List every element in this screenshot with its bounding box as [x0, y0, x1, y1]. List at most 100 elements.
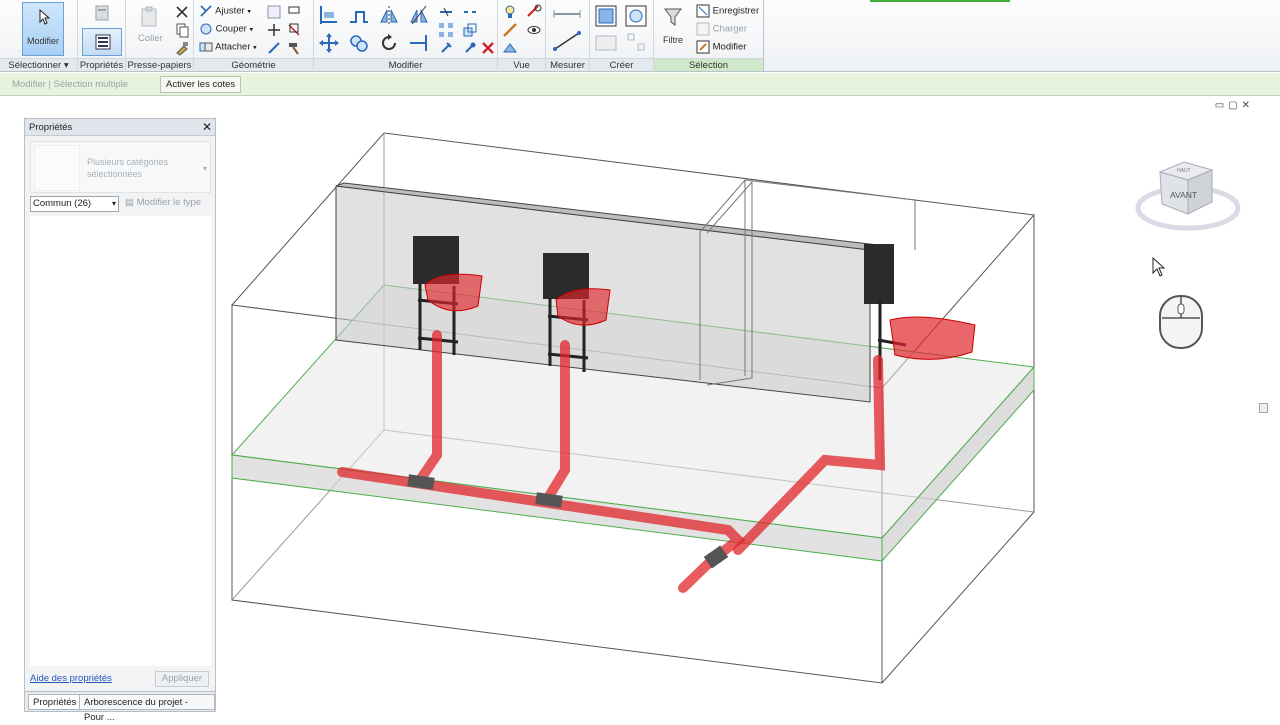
save-selection-row[interactable]: Enregistrer: [696, 4, 759, 20]
delete-icon[interactable]: [480, 40, 496, 56]
create-group-icon[interactable]: [594, 32, 618, 54]
hammer-icon[interactable]: [286, 40, 302, 56]
view-window-controls[interactable]: ▭▢✕: [1215, 100, 1254, 111]
create-parts-icon[interactable]: [624, 4, 648, 28]
properties-title: Propriétés: [29, 122, 73, 133]
elements-icon[interactable]: [502, 40, 518, 56]
cut-geometry-label: Couper: [215, 23, 247, 35]
group-measure: Mesurer: [546, 0, 590, 72]
load-selection-row[interactable]: Charger: [696, 22, 747, 38]
properties-help-link[interactable]: Aide des propriétés: [30, 673, 112, 684]
tab-project-browser[interactable]: Arborescence du projet - Pour ...: [79, 694, 215, 723]
modify-group-label: Modifier: [314, 58, 497, 71]
context-mode-text: Modifier | Sélection multiple: [12, 79, 128, 90]
group-create: Créer: [590, 0, 654, 72]
match-properties-icon[interactable]: [174, 40, 190, 56]
close-icon[interactable]: ✕: [202, 119, 212, 135]
create-similar-icon[interactable]: [626, 32, 646, 52]
viewcube-face-label: AVANT: [1170, 190, 1197, 200]
group-properties: Propriétés: [78, 0, 126, 72]
properties-group-label: Propriétés: [78, 58, 125, 71]
move-icon[interactable]: [318, 32, 340, 54]
trim-row[interactable]: Ajuster ▾: [199, 4, 251, 20]
tab-properties[interactable]: Propriétés: [28, 694, 82, 710]
cut-geometry-row[interactable]: Couper ▾: [199, 22, 253, 38]
wall-joins-icon[interactable]: [266, 22, 282, 38]
ribbon-accent-bar: [870, 0, 1010, 2]
activate-dimensions-button[interactable]: Activer les cotes: [160, 76, 242, 93]
properties-grid[interactable]: [30, 216, 211, 666]
offset-icon[interactable]: [348, 4, 370, 26]
category-filter-dropdown[interactable]: Commun (26) ▾: [30, 196, 119, 212]
mouse-cursor-icon: [1152, 256, 1166, 277]
mirror-axis-icon[interactable]: [378, 4, 400, 26]
lightbulb-icon[interactable]: [502, 4, 518, 20]
edit-selection-label: Modifier: [712, 41, 747, 53]
align-icon[interactable]: [318, 4, 340, 26]
mirror-draw-icon[interactable]: [408, 4, 430, 26]
paint-icon[interactable]: [286, 4, 302, 20]
measure-along-icon[interactable]: [552, 30, 582, 52]
scrollbar-thumb[interactable]: [1259, 403, 1268, 413]
paste-icon[interactable]: [140, 6, 160, 28]
category-filter-value: Commun (26): [33, 198, 92, 209]
cut-scissors-icon[interactable]: [174, 4, 190, 20]
properties-title-bar: Propriétés ✕: [25, 119, 215, 136]
edit-type-button[interactable]: ▤ Modifier le type: [125, 197, 201, 208]
type-preview: [34, 145, 80, 191]
unpin-icon[interactable]: [438, 40, 454, 56]
modify-button[interactable]: Modifier: [22, 2, 64, 56]
create-group-label: Créer: [590, 58, 653, 71]
remove-paint-icon[interactable]: [286, 22, 302, 38]
trim-extend-icon[interactable]: [408, 32, 430, 54]
array-icon[interactable]: [438, 22, 454, 38]
join-row[interactable]: Attacher ▾: [199, 40, 257, 56]
type-name: Plusieurs catégories sélectionnées: [87, 157, 169, 179]
model-drawing[interactable]: AVANT HAUT: [222, 97, 1258, 720]
measure-distance-icon[interactable]: [552, 6, 582, 22]
properties-small-icon: [95, 5, 109, 21]
create-assembly-icon[interactable]: [594, 4, 618, 28]
split-face-icon[interactable]: [266, 4, 282, 20]
group-geometry: Ajuster ▾ Couper ▾ Attacher ▾ Géométrie: [194, 0, 314, 72]
properties-panel-icon: [95, 34, 111, 50]
edit-selection-icon: [696, 40, 710, 54]
viewport-scrollbar[interactable]: [1258, 97, 1280, 720]
filter-button[interactable]: Filtre: [656, 2, 690, 56]
split-gap-icon[interactable]: [462, 4, 478, 20]
apply-button[interactable]: Appliquer: [155, 671, 209, 687]
geometry-group-label: Géométrie: [194, 58, 313, 71]
copy-icon[interactable]: [174, 22, 190, 38]
split-element-icon[interactable]: [438, 4, 454, 20]
override-graphics-icon[interactable]: [526, 4, 542, 20]
load-selection-label: Charger: [712, 23, 747, 35]
3d-viewport[interactable]: AVANT HAUT: [222, 97, 1258, 720]
rotate-icon[interactable]: [378, 32, 400, 54]
chevron-down-icon: ▾: [202, 164, 207, 173]
group-select: Modifier Sélectionner ▾: [0, 0, 78, 72]
group-modify: Modifier: [314, 0, 498, 72]
cut-geometry-icon: [200, 23, 212, 35]
scale-icon[interactable]: [462, 22, 478, 38]
funnel-filter-icon: [664, 8, 682, 26]
mouse-navigation-icon[interactable]: [1159, 295, 1203, 349]
group-view: Vue: [498, 0, 546, 72]
viewcube[interactable]: AVANT HAUT: [1135, 161, 1241, 231]
dropdown-arrow-icon: ▾: [111, 199, 116, 208]
select-group-label[interactable]: Sélectionner ▾: [0, 58, 77, 71]
edit-type-label: Modifier le type: [136, 197, 202, 208]
hide-element-icon[interactable]: [526, 22, 542, 38]
trim-label: Ajuster: [215, 5, 245, 17]
properties-button[interactable]: [82, 28, 122, 56]
measure-group-label: Mesurer: [546, 58, 589, 71]
pick-icon[interactable]: [266, 40, 282, 56]
pin-icon[interactable]: [462, 40, 478, 56]
copy-element-icon[interactable]: [348, 32, 370, 54]
edit-selection-row[interactable]: Modifier: [696, 40, 746, 56]
type-selector[interactable]: Plusieurs catégories sélectionnées ▾: [30, 141, 211, 193]
group-selection: Filtre Enregistrer Charger Modifier Séle…: [654, 0, 764, 72]
filter-label: Filtre: [663, 35, 683, 45]
save-selection-icon: [696, 4, 710, 18]
load-selection-icon: [696, 22, 710, 36]
linework-icon[interactable]: [502, 22, 518, 38]
